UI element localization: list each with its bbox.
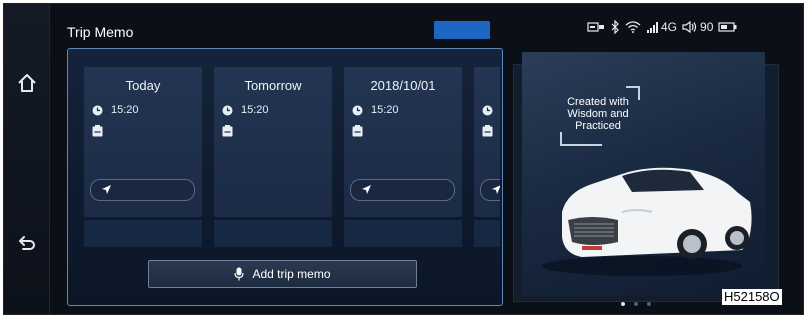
- left-sidebar: [4, 4, 50, 314]
- navigation-arrow-icon: [492, 185, 500, 194]
- wifi-icon: [625, 21, 641, 33]
- navigation-arrow-icon: [102, 185, 111, 194]
- figure-code: H52158O: [722, 289, 782, 305]
- memo-note-icon: [482, 125, 493, 137]
- memo-note-icon: [222, 125, 233, 137]
- microphone-icon: [234, 267, 245, 281]
- memo-card-reflection: [474, 220, 500, 247]
- memo-card[interactable]: 2018/10/01 15:20: [344, 67, 462, 217]
- back-icon[interactable]: [16, 233, 38, 255]
- signal-icon: [647, 22, 658, 33]
- page-indicator[interactable]: [621, 302, 651, 306]
- usb-icon: [587, 22, 604, 32]
- navigation-arrow-icon: [362, 185, 371, 194]
- memo-card-reflection: [214, 220, 332, 247]
- memo-card[interactable]: Today 15:20: [84, 67, 202, 217]
- car-image: [542, 167, 752, 276]
- memo-time: 15:20: [111, 104, 139, 116]
- page-dot[interactable]: [647, 302, 651, 306]
- memo-note-icon: [92, 125, 103, 137]
- volume-level: 90: [700, 20, 714, 34]
- network-type: 4G: [661, 20, 678, 34]
- memo-note-icon: [352, 125, 363, 137]
- ad-banner[interactable]: Created with Wisdom and Practiced: [522, 52, 765, 296]
- clock-icon: [222, 105, 233, 116]
- add-trip-memo-label: Add trip memo: [252, 267, 331, 281]
- navigate-button[interactable]: [480, 179, 500, 201]
- memo-time: 15:20: [371, 104, 399, 116]
- memo-card-reflection: [84, 220, 202, 247]
- header-action-button[interactable]: [434, 21, 490, 39]
- trip-memo-panel: Today 15:20 Tomorrow 15:20 2018/10/01 15…: [67, 48, 503, 306]
- memo-card[interactable]: Tomorrow 15:20: [214, 67, 332, 217]
- car-infotainment-screen: Trip Memo 4G 90 Today 15:20 Tomorrow 15:…: [3, 3, 804, 315]
- bluetooth-icon: [611, 20, 619, 34]
- navigate-button[interactable]: [350, 179, 455, 201]
- clock-icon: [92, 105, 103, 116]
- memo-date: Today: [125, 78, 161, 93]
- status-bar: 4G 90: [587, 17, 738, 37]
- memo-date: Tomorrow: [244, 78, 302, 93]
- memo-card-list[interactable]: Today 15:20 Tomorrow 15:20 2018/10/01 15…: [84, 67, 500, 247]
- page-dot[interactable]: [621, 302, 625, 306]
- volume-icon: [682, 21, 697, 33]
- memo-time: 15:20: [241, 104, 269, 116]
- page-dot[interactable]: [634, 302, 638, 306]
- battery-icon: [718, 22, 737, 32]
- memo-date: 2018/10/01: [370, 78, 436, 93]
- memo-card[interactable]: 1: [474, 67, 500, 217]
- add-trip-memo-button[interactable]: Add trip memo: [148, 260, 417, 288]
- clock-icon: [352, 105, 363, 116]
- navigate-button[interactable]: [90, 179, 195, 201]
- home-icon[interactable]: [16, 72, 38, 94]
- clock-icon: [482, 105, 493, 116]
- page-title: Trip Memo: [67, 24, 134, 40]
- memo-card-reflection: [344, 220, 462, 247]
